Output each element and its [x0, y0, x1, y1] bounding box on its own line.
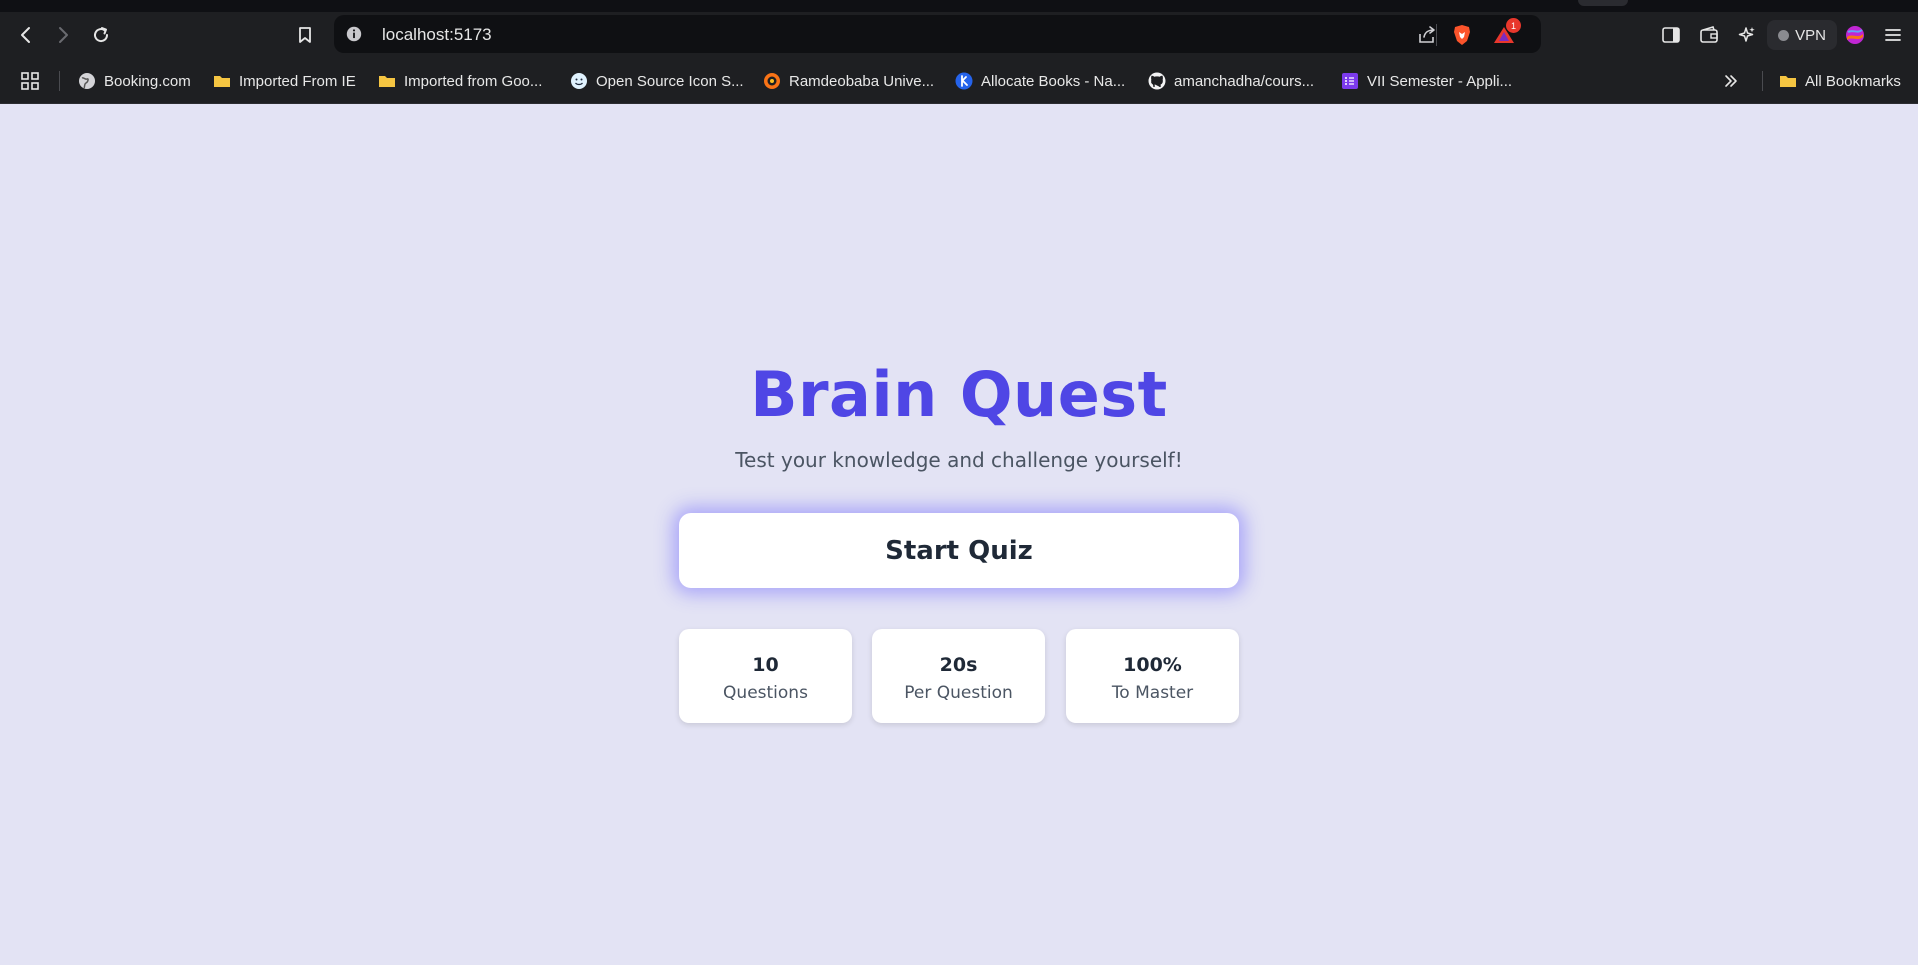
bookmark-icon	[299, 27, 311, 43]
vpn-status-icon	[1778, 29, 1790, 41]
bookmark-allocate-books[interactable]: Allocate Books - Na...	[955, 69, 1125, 93]
bookmark-vii-semester[interactable]: VII Semester - Appli...	[1341, 69, 1512, 93]
all-bookmarks-button[interactable]: All Bookmarks	[1779, 69, 1901, 93]
leo-ai-icon[interactable]	[1734, 20, 1760, 50]
back-button[interactable]	[11, 20, 41, 50]
globe-icon	[78, 72, 96, 90]
omnibox-divider	[1436, 24, 1437, 46]
menu-icon[interactable]	[1880, 20, 1906, 50]
window-top-strip	[0, 0, 1918, 12]
bookmarks-divider	[59, 71, 60, 91]
start-quiz-button[interactable]: Start Quiz	[679, 513, 1239, 588]
stat-card-questions: 10 Questions	[679, 629, 852, 723]
book-icon	[955, 72, 973, 90]
forward-button[interactable]	[48, 20, 78, 50]
wallet-icon[interactable]	[1696, 20, 1722, 50]
chevron-left-icon	[21, 27, 30, 43]
double-chevron-right-icon	[1725, 75, 1737, 87]
sidebar-toggle-icon[interactable]	[1658, 20, 1684, 50]
bookmark-imported-from-google[interactable]: Imported from Goo...	[378, 69, 542, 93]
stat-label: Questions	[723, 683, 808, 703]
stat-value: 20s	[939, 654, 978, 676]
stat-label: To Master	[1111, 683, 1194, 703]
chevron-right-icon	[59, 27, 68, 43]
vpn-label: VPN	[1795, 26, 1826, 44]
vpn-button[interactable]: VPN	[1767, 20, 1837, 50]
reload-button[interactable]	[86, 20, 116, 50]
bookmark-open-source-icons[interactable]: Open Source Icon S...	[570, 69, 744, 93]
bookmark-label: amanchadha/cours...	[1174, 72, 1315, 90]
bookmark-label: Imported from Goo...	[404, 72, 543, 90]
stat-value: 100%	[1123, 654, 1182, 676]
bookmarks-bar: Booking.com Imported From IE Imported fr…	[0, 58, 1918, 104]
stat-label: Per Question	[904, 683, 1013, 703]
folder-icon	[1779, 72, 1797, 90]
bookmark-label: Allocate Books - Na...	[981, 72, 1126, 90]
bookmark-label: Open Source Icon S...	[596, 72, 744, 90]
bookmark-amanchadha[interactable]: amanchadha/cours...	[1148, 69, 1314, 93]
page-title: Brain Quest	[750, 358, 1168, 431]
bookmark-ramdeobaba[interactable]: Ramdeobaba Unive...	[763, 69, 934, 93]
reload-icon	[94, 27, 109, 43]
brave-rewards-icon[interactable]: 1	[1491, 18, 1521, 47]
smiley-icon	[570, 72, 588, 90]
more-bookmarks-button[interactable]	[1722, 69, 1740, 93]
apps-grid-icon[interactable]	[20, 69, 40, 93]
stat-card-time: 20s Per Question	[872, 629, 1045, 723]
url-text[interactable]: localhost:5173	[382, 25, 492, 45]
university-icon	[763, 72, 781, 90]
bookmark-label: Imported From IE	[239, 72, 356, 90]
github-icon	[1148, 72, 1166, 90]
bookmark-page-button[interactable]	[290, 20, 320, 50]
browser-toolbar: localhost:5173 1 VPN	[0, 12, 1918, 58]
folder-icon	[378, 72, 396, 90]
bookmark-label: Ramdeobaba Unive...	[789, 72, 935, 90]
folder-icon	[213, 72, 231, 90]
notification-badge: 1	[1506, 18, 1521, 33]
bookmark-imported-from-ie[interactable]: Imported From IE	[213, 69, 356, 93]
brave-shields-icon[interactable]	[1449, 23, 1475, 47]
bookmark-label: VII Semester - Appli...	[1367, 72, 1513, 90]
forms-icon	[1341, 72, 1359, 90]
bookmark-booking[interactable]: Booking.com	[78, 69, 191, 93]
site-info-icon[interactable]	[344, 24, 364, 44]
bookmark-label: Booking.com	[104, 72, 191, 90]
stat-value: 10	[752, 654, 779, 676]
tab-hint[interactable]	[1578, 0, 1628, 6]
profile-avatar[interactable]	[1842, 20, 1868, 50]
address-bar[interactable]: localhost:5173 1	[334, 15, 1541, 53]
bookmarks-divider	[1762, 71, 1763, 91]
stat-card-mastery: 100% To Master	[1066, 629, 1239, 723]
all-bookmarks-label: All Bookmarks	[1805, 72, 1901, 90]
page-subtitle: Test your knowledge and challenge yourse…	[735, 448, 1183, 472]
